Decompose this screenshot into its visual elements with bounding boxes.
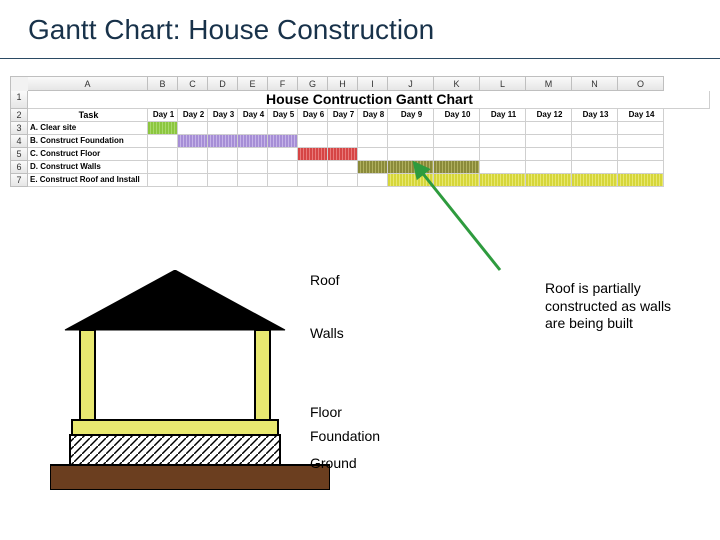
gantt-bar-b	[238, 135, 268, 148]
row-hdr: 2	[10, 109, 28, 122]
day-hdr: Day 5	[268, 109, 298, 122]
gantt-bar-c	[328, 148, 358, 161]
row-hdr: 5	[10, 148, 28, 161]
row-hdr: 3	[10, 122, 28, 135]
col-hdr: B	[148, 76, 178, 91]
day-hdr: Day 13	[572, 109, 618, 122]
task-name: A. Clear site	[28, 122, 148, 135]
day-hdr: Day 10	[434, 109, 480, 122]
day-hdr: Day 6	[298, 109, 328, 122]
task-header: Task	[28, 109, 148, 122]
label-roof: Roof	[310, 272, 380, 289]
gantt-chart-title: House Contruction Gantt Chart	[28, 91, 710, 109]
row-hdr: 6	[10, 161, 28, 174]
gantt-bar-b	[268, 135, 298, 148]
col-hdr: C	[178, 76, 208, 91]
label-walls: Walls	[310, 325, 380, 342]
task-name: E. Construct Roof and Install	[28, 174, 148, 187]
label-foundation: Foundation	[310, 428, 380, 445]
table-row: 4 B. Construct Foundation	[10, 135, 710, 148]
col-hdr: O	[618, 76, 664, 91]
day-hdr: Day 9	[388, 109, 434, 122]
col-hdr: F	[268, 76, 298, 91]
col-hdr: I	[358, 76, 388, 91]
day-hdr: Day 3	[208, 109, 238, 122]
arrow-icon	[400, 160, 540, 280]
col-hdr: J	[388, 76, 434, 91]
gantt-bar-d	[358, 161, 388, 174]
day-hdr: Day 7	[328, 109, 358, 122]
label-floor: Floor	[310, 404, 380, 421]
house-illustration	[50, 270, 330, 490]
gantt-bar-e	[618, 174, 664, 187]
table-row: 5 C. Construct Floor	[10, 148, 710, 161]
day-hdr: Day 2	[178, 109, 208, 122]
day-hdr: Day 8	[358, 109, 388, 122]
gantt-spreadsheet: A B C D E F G H I J K L M N O 1 House Co…	[10, 76, 710, 187]
task-name: B. Construct Foundation	[28, 135, 148, 148]
gantt-bar-c	[298, 148, 328, 161]
title-underline	[0, 58, 720, 59]
col-hdr: N	[572, 76, 618, 91]
task-name: D. Construct Walls	[28, 161, 148, 174]
row-hdr: 4	[10, 135, 28, 148]
label-ground: Ground	[310, 455, 380, 472]
day-hdr: Day 12	[526, 109, 572, 122]
day-hdr: Day 14	[618, 109, 664, 122]
gantt-bar-a	[148, 122, 178, 135]
table-row: 3 A. Clear site	[10, 122, 710, 135]
slide-title: Gantt Chart: House Construction	[28, 14, 434, 46]
day-hdr: Day 4	[238, 109, 268, 122]
row-hdr: 7	[10, 174, 28, 187]
task-name: C. Construct Floor	[28, 148, 148, 161]
gantt-bar-e	[572, 174, 618, 187]
spreadsheet-corner	[10, 76, 28, 91]
table-row: 7 E. Construct Roof and Install	[10, 174, 710, 187]
row-hdr: 1	[10, 91, 28, 109]
col-hdr: E	[238, 76, 268, 91]
col-hdr: H	[328, 76, 358, 91]
day-hdr: Day 1	[148, 109, 178, 122]
col-hdr: G	[298, 76, 328, 91]
day-hdr: Day 11	[480, 109, 526, 122]
col-hdr: L	[480, 76, 526, 91]
col-hdr: K	[434, 76, 480, 91]
gantt-bar-b	[178, 135, 208, 148]
overlap-note: Roof is partially constructed as walls a…	[545, 280, 690, 333]
house-labels: Roof Walls Floor Foundation Ground	[310, 272, 380, 472]
col-hdr-a: A	[28, 76, 148, 91]
col-hdr: D	[208, 76, 238, 91]
col-hdr: M	[526, 76, 572, 91]
gantt-bar-b	[208, 135, 238, 148]
table-row: 6 D. Construct Walls	[10, 161, 710, 174]
